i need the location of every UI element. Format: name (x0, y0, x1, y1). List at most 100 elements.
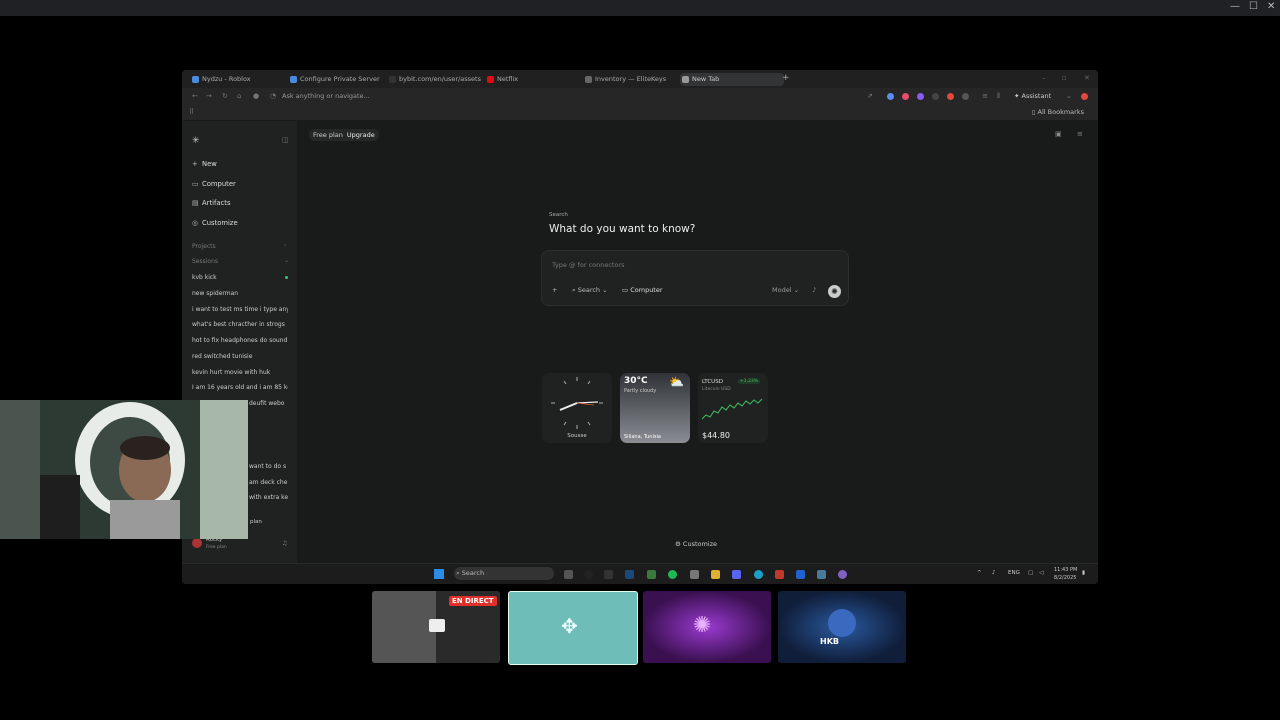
close-icon[interactable]: ✕ (1084, 74, 1090, 82)
session-item[interactable]: hot to fix headphones do sound (192, 337, 288, 344)
task-view-icon[interactable] (564, 570, 573, 579)
sidebar-toggle-icon[interactable]: ⫴ (997, 92, 1000, 101)
xbox-icon[interactable] (647, 570, 656, 579)
tab-new-tab[interactable]: New Tab (680, 73, 784, 86)
reload-icon[interactable]: ↻ (222, 92, 228, 100)
attach-icon[interactable]: + (552, 286, 557, 294)
computer-mode-button[interactable]: ▭ Computer (622, 286, 663, 294)
clock-widget[interactable]: Sousse (542, 373, 612, 443)
notification-icon[interactable]: ▮ (1082, 570, 1085, 576)
app-icon[interactable] (796, 570, 805, 579)
extension-icon[interactable] (902, 93, 909, 100)
session-item[interactable]: I am 16 years old and i am 85 kg (192, 384, 288, 391)
clock-time[interactable]: 11:43 PM (1054, 567, 1077, 573)
edge-icon[interactable] (754, 570, 763, 579)
upgrade-plan-label[interactable]: plan (250, 519, 280, 525)
sidebar-item-computer[interactable]: ▭ Computer (192, 180, 236, 188)
projects-header[interactable]: Projects (192, 243, 216, 250)
session-item[interactable]: red switched tunisie (192, 353, 288, 360)
stock-widget[interactable]: LTCUSD +1.23% Litecoin USD $44.80 (698, 373, 768, 443)
session-item[interactable]: want to do s (249, 463, 289, 470)
assistant-button[interactable]: ✦ Assistant (1014, 92, 1051, 100)
perplexity-logo-icon[interactable]: ✳ (192, 136, 200, 146)
clock-date[interactable]: 8/2/2025 (1054, 575, 1076, 581)
minimize-icon[interactable]: – (1042, 74, 1046, 82)
sessions-header[interactable]: Sessions (192, 258, 218, 265)
chevron-right-icon[interactable]: › (284, 242, 286, 249)
app-icon[interactable] (775, 570, 784, 579)
tab-bybit[interactable]: bybit.com/en/user/assets (387, 73, 487, 86)
share-icon[interactable]: ⇗ (867, 92, 873, 100)
file-explorer-icon[interactable] (711, 570, 720, 579)
search-mode-button[interactable]: ⌕ Search ⌄ (572, 286, 608, 295)
query-input[interactable]: Type @ for connectors (552, 261, 625, 269)
upgrade-link[interactable]: Upgrade (347, 131, 375, 139)
all-bookmarks-button[interactable]: ▯ All Bookmarks (1032, 108, 1084, 116)
windows-start-icon[interactable] (434, 569, 444, 579)
collapse-sidebar-icon[interactable]: ◫ (282, 136, 289, 144)
network-icon[interactable]: ▢ (1028, 570, 1033, 576)
mic-icon[interactable]: ♪ (992, 570, 996, 576)
app-icon[interactable] (584, 570, 593, 579)
extension-icon[interactable] (932, 93, 939, 100)
extension-icon[interactable] (887, 93, 894, 100)
app-icon[interactable] (817, 570, 826, 579)
apps-grid-icon[interactable]: ⠿ (189, 108, 194, 116)
model-select[interactable]: Model ⌄ (772, 286, 799, 294)
session-item[interactable]: with extra ke (249, 494, 289, 501)
session-item[interactable]: deufit webo (249, 400, 289, 407)
browser-icon[interactable] (838, 570, 847, 579)
maximize-icon[interactable]: ▫ (1062, 74, 1067, 82)
tray-chevron-icon[interactable]: ^ (977, 570, 982, 576)
discord-icon[interactable] (732, 570, 741, 579)
close-icon[interactable]: ✕ (1267, 1, 1275, 12)
store-icon[interactable] (690, 570, 699, 579)
mic-icon[interactable]: ♪ (812, 286, 816, 294)
steam-icon[interactable] (625, 570, 634, 579)
stream-thumbnail[interactable]: HKB (778, 591, 906, 663)
archive-icon[interactable]: ▣ (1055, 130, 1062, 138)
profile-icon[interactable] (1081, 93, 1088, 100)
extension-icon[interactable] (917, 93, 924, 100)
query-box[interactable]: Type @ for connectors + ⌕ Search ⌄ ▭ Com… (541, 250, 849, 306)
menu-icon[interactable]: ≡ (982, 92, 988, 100)
back-icon[interactable]: ← (192, 92, 198, 100)
session-item[interactable]: kvb kick (192, 274, 288, 281)
voice-mode-icon[interactable]: ✺ (828, 285, 841, 298)
tab-private-server[interactable]: Configure Private Server (288, 73, 390, 86)
sidebar-item-customize[interactable]: ◎ Customize (192, 219, 238, 227)
tab-elitekeys[interactable]: Inventory — EliteKeys (583, 73, 685, 86)
menu-icon[interactable]: ≡ (1077, 130, 1083, 138)
session-item[interactable]: kevin hurt movie with huk (192, 369, 288, 376)
sidebar-item-new[interactable]: + New (192, 160, 217, 168)
avatar[interactable] (192, 538, 202, 548)
chevron-down-icon[interactable]: ⌄ (1066, 92, 1072, 100)
spotify-icon[interactable] (668, 570, 677, 579)
forward-icon[interactable]: → (206, 92, 212, 100)
session-item[interactable]: new spiderman (192, 290, 288, 297)
site-info-icon[interactable]: ◔ (270, 92, 276, 100)
tab-roblox[interactable]: Nydzu - Roblox (190, 73, 290, 86)
weather-widget[interactable]: 30°C Partly cloudy ⛅ Siliana, Tunisia (620, 373, 690, 443)
volume-icon[interactable]: ◁ (1039, 570, 1043, 576)
home-icon[interactable]: ⌂ (237, 92, 241, 100)
stream-thumbnail[interactable]: EN DIRECT (372, 591, 500, 663)
app-icon[interactable] (604, 570, 613, 579)
sidebar-item-artifacts[interactable]: ▤ Artifacts (192, 199, 231, 207)
chevron-down-icon[interactable]: ⌄ (284, 257, 289, 264)
taskbar-search[interactable]: ⌕ Search (454, 567, 554, 580)
address-input[interactable]: Ask anything or navigate... (282, 92, 370, 100)
stream-thumbnail[interactable]: ✺ (643, 591, 771, 663)
language-indicator[interactable]: ENG (1008, 570, 1020, 576)
stream-thumbnail[interactable]: ✥ (508, 591, 638, 665)
extension-icon[interactable] (962, 93, 969, 100)
mic-icon[interactable]: ● (253, 92, 259, 100)
extension-icon[interactable] (947, 93, 954, 100)
tab-netflix[interactable]: Netflix (485, 73, 585, 86)
maximize-icon[interactable]: ☐ (1249, 1, 1258, 12)
new-tab-icon[interactable]: + (782, 73, 790, 83)
session-item[interactable]: i want to test ms time i type any (192, 306, 288, 313)
session-item[interactable]: what's best chracther in strogs (192, 321, 288, 328)
minimize-icon[interactable]: — (1230, 1, 1240, 12)
customize-button[interactable]: ⚙ Customize (675, 540, 717, 548)
